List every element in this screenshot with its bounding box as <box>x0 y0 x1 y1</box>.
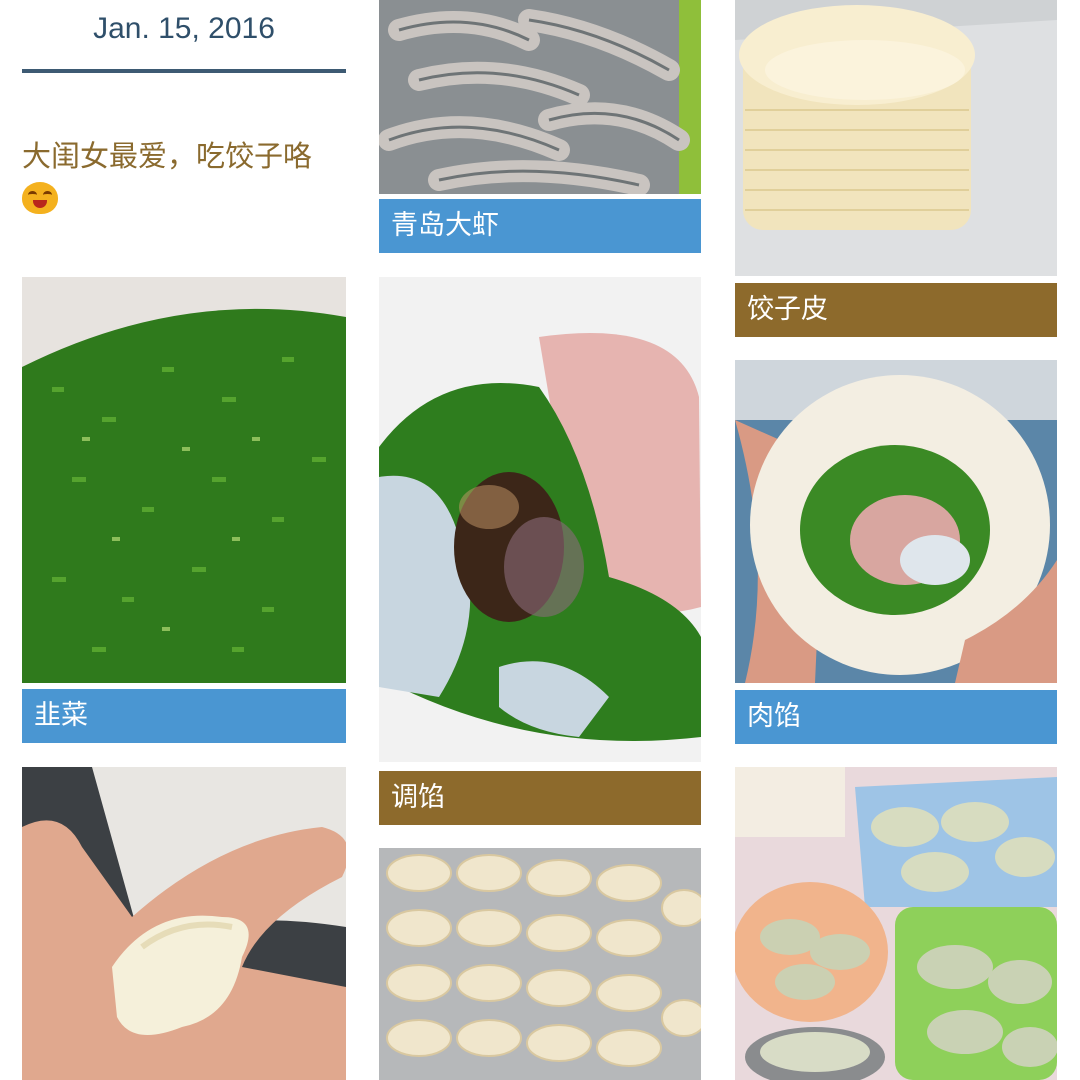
post-date: Jan. 15, 2016 <box>93 12 275 45</box>
dumpling-in-hand-photo[interactable] <box>22 767 346 1080</box>
wrappers-photo[interactable] <box>735 0 1057 276</box>
post-caption: 大闺女最爱，吃饺子咯 <box>22 136 346 216</box>
filling-mix-label: 调馅 <box>379 771 701 825</box>
smiling-face-emoji-icon <box>22 182 58 214</box>
wrappers-label: 饺子皮 <box>735 283 1057 337</box>
shrimp-label: 青岛大虾 <box>379 199 701 253</box>
caption-text: 大闺女最爱，吃饺子咯 <box>22 139 313 173</box>
date-divider <box>22 69 346 73</box>
tray-of-dumplings-photo[interactable] <box>379 848 701 1080</box>
plated-dumplings-photo[interactable] <box>735 767 1057 1080</box>
filling-bowl-photo[interactable] <box>379 277 701 762</box>
filling-on-wrapper-photo[interactable] <box>735 360 1057 683</box>
shrimp-photo[interactable] <box>379 0 701 194</box>
chives-photo[interactable] <box>22 277 346 683</box>
meat-filling-label: 肉馅 <box>735 690 1057 744</box>
chives-label: 韭菜 <box>22 689 346 743</box>
